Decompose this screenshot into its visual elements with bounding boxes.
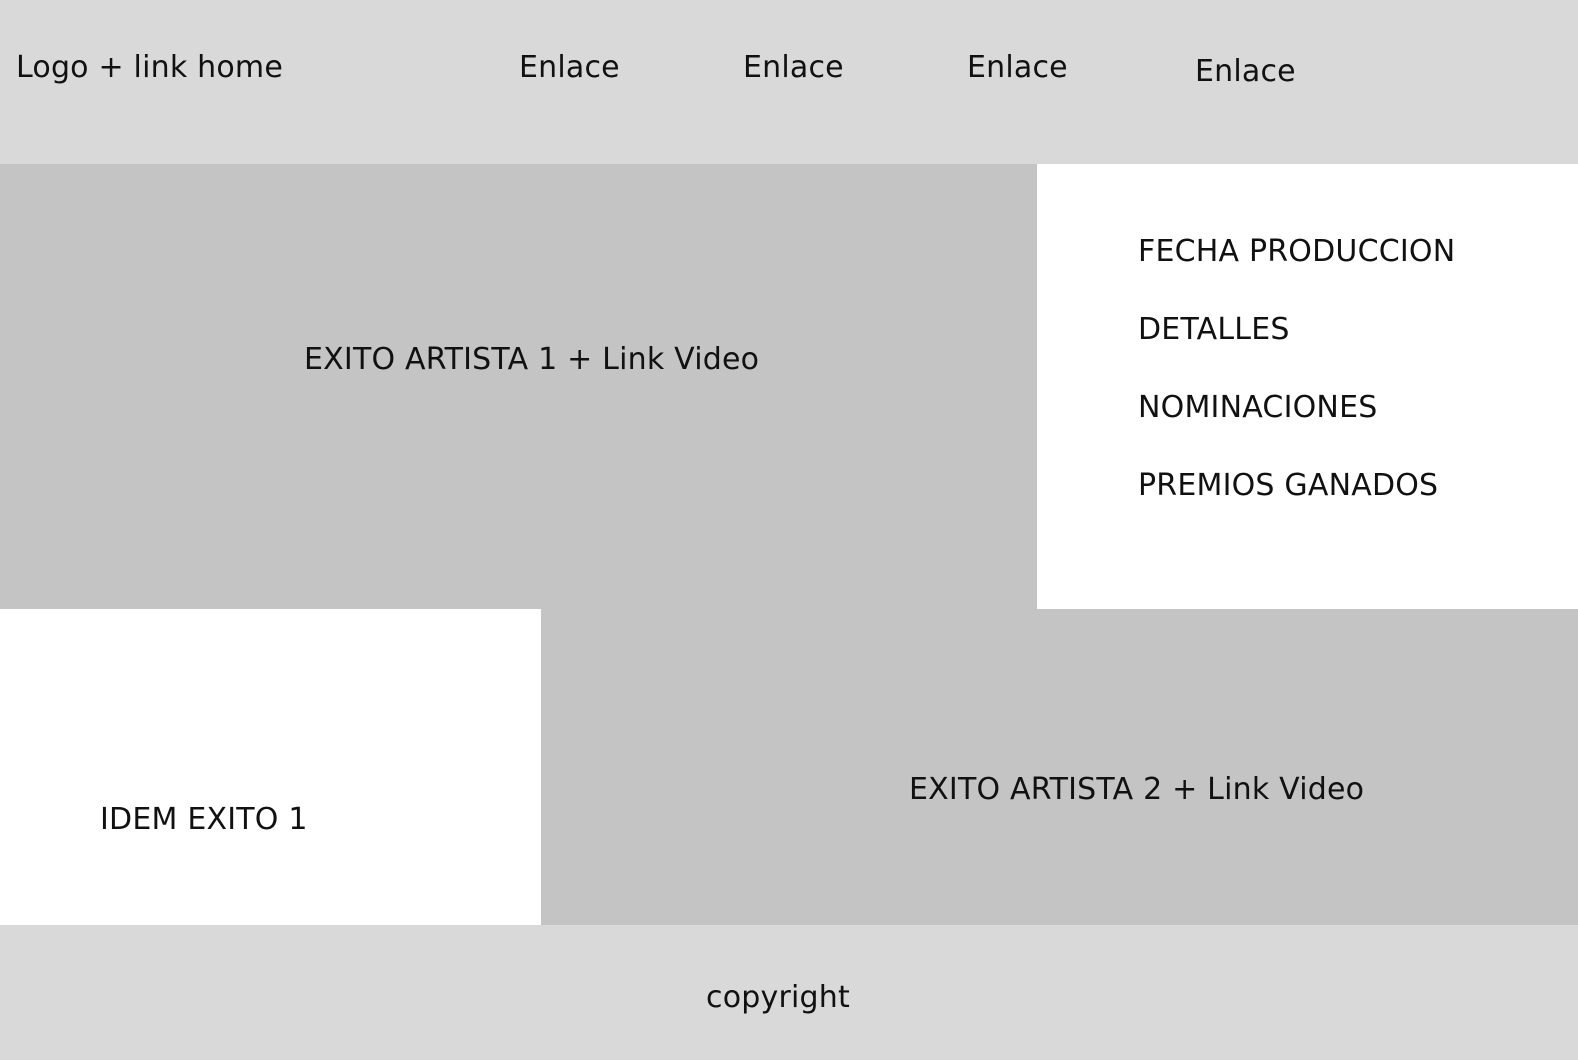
detail-detalles: DETALLES [1138, 312, 1290, 347]
detail-premios-ganados: PREMIOS GANADOS [1138, 468, 1439, 503]
hero-1-video-link[interactable]: EXITO ARTISTA 1 + Link Video [304, 342, 759, 378]
header: Logo + link home Enlace Enlace Enlace En… [0, 0, 1578, 164]
hero-exito-artista-1[interactable]: EXITO ARTISTA 1 + Link Video [0, 164, 1037, 609]
nav-link-1[interactable]: Enlace [519, 50, 620, 86]
hero-2-video-link[interactable]: EXITO ARTISTA 2 + Link Video [909, 772, 1364, 808]
logo-home-link[interactable]: Logo + link home [16, 50, 283, 86]
idem-exito-label: IDEM EXITO 1 [100, 802, 308, 837]
idem-exito-1-panel: IDEM EXITO 1 [0, 609, 541, 925]
nav-link-4[interactable]: Enlace [1195, 54, 1296, 90]
footer: copyright [0, 925, 1578, 1060]
copyright-text: copyright [706, 980, 850, 1015]
details-panel: FECHA PRODUCCION DETALLES NOMINACIONES P… [1037, 164, 1578, 609]
detail-nominaciones: NOMINACIONES [1138, 390, 1378, 425]
hero-exito-artista-2[interactable]: EXITO ARTISTA 2 + Link Video [541, 609, 1578, 925]
nav-link-3[interactable]: Enlace [967, 50, 1068, 86]
nav-link-2[interactable]: Enlace [743, 50, 844, 86]
detail-fecha-produccion: FECHA PRODUCCION [1138, 234, 1456, 269]
